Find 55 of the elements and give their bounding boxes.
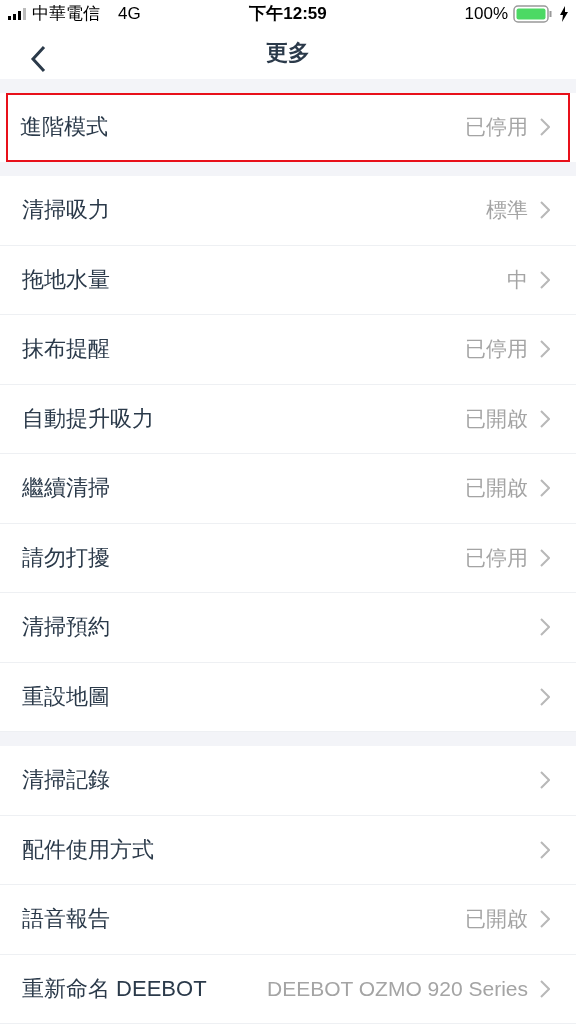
chevron-icon — [540, 687, 550, 706]
settings-row[interactable]: 自動提升吸力 已開啟 — [0, 384, 576, 454]
settings-row[interactable]: 繼續清掃 已開啟 — [0, 454, 576, 524]
chevron-icon — [540, 910, 550, 929]
page-title: 更多 — [266, 39, 310, 68]
settings-row[interactable]: 清掃預約 — [0, 593, 576, 663]
setting-label: 清掃預約 — [22, 613, 110, 642]
status-time: 下午12:59 — [249, 3, 327, 26]
signal-icon — [8, 7, 26, 20]
network-type: 4G — [118, 3, 141, 24]
setting-value: 已停用 — [465, 113, 528, 140]
chevron-icon — [540, 840, 550, 859]
chevron-icon — [540, 479, 550, 498]
setting-label: 繼續清掃 — [22, 474, 110, 503]
settings-row[interactable]: 拖地水量 中 — [0, 245, 576, 315]
chevron-icon — [540, 340, 550, 359]
charging-icon — [560, 5, 568, 22]
setting-value: 已開啟 — [465, 906, 528, 933]
battery-icon — [513, 4, 555, 23]
settings-row[interactable]: 重新命名 DEEBOT DEEBOT OZMO 920 Series — [0, 954, 576, 1024]
chevron-icon — [540, 409, 550, 428]
setting-label: 抹布提醒 — [22, 335, 110, 364]
setting-value: 已停用 — [465, 336, 528, 363]
setting-label: 語音報告 — [22, 905, 110, 934]
setting-label: 清掃吸力 — [22, 196, 110, 225]
setting-value: 已停用 — [465, 544, 528, 571]
setting-value: 中 — [507, 266, 528, 293]
setting-label: 自動提升吸力 — [22, 404, 154, 433]
setting-label: 進階模式 — [20, 112, 108, 141]
chevron-icon — [540, 771, 550, 790]
setting-label: 請勿打擾 — [22, 543, 110, 572]
chevron-icon — [540, 618, 550, 637]
settings-row[interactable]: 請勿打擾 已停用 — [0, 523, 576, 593]
chevron-icon — [540, 270, 550, 289]
carrier-name: 中華電信 — [32, 3, 100, 26]
settings-row[interactable]: 配件使用方式 — [0, 815, 576, 885]
settings-row[interactable]: 重設地圖 — [0, 662, 576, 732]
setting-value: DEEBOT OZMO 920 Series — [266, 976, 528, 1001]
settings-row[interactable]: 抹布提醒 已停用 — [0, 315, 576, 385]
settings-row[interactable]: 清掃記錄 — [0, 746, 576, 816]
chevron-icon — [540, 117, 550, 136]
setting-label: 重新命名 DEEBOT — [22, 974, 207, 1003]
setting-label: 重設地圖 — [22, 682, 110, 711]
chevron-icon — [540, 979, 550, 998]
settings-row[interactable]: 清掃吸力 標準 — [0, 176, 576, 246]
setting-label: 清掃記錄 — [22, 766, 110, 795]
setting-label: 拖地水量 — [22, 265, 110, 294]
battery-percent: 100% — [464, 3, 508, 24]
chevron-icon — [540, 548, 550, 567]
setting-value: 已開啟 — [465, 475, 528, 502]
setting-label: 配件使用方式 — [22, 835, 154, 864]
settings-row[interactable]: 語音報告 已開啟 — [0, 885, 576, 955]
chevron-icon — [540, 201, 550, 220]
setting-value: 已開啟 — [465, 405, 528, 432]
setting-value: 標準 — [486, 197, 528, 224]
